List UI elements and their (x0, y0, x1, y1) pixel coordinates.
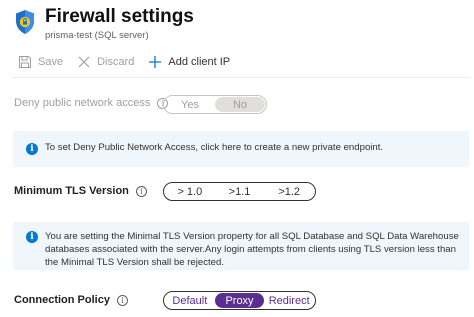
plus-icon (149, 56, 162, 68)
private-endpoint-banner-text: To set Deny Public Network Access, click… (45, 142, 384, 153)
min-tls-text: Minimum TLS Version (14, 185, 129, 197)
deny-public-yes-option[interactable]: Yes (165, 97, 215, 112)
deny-public-access-label: Deny public network access i (14, 97, 169, 109)
tls-option-1-0[interactable]: > 1.0 (165, 184, 215, 199)
close-icon (78, 56, 90, 68)
page-title: Firewall settings (45, 6, 194, 27)
save-label: Save (38, 56, 64, 68)
firewall-shield-icon (16, 10, 34, 34)
tls-info-banner: i You are setting the Minimal TLS Versio… (13, 222, 469, 270)
policy-redirect-option[interactable]: Redirect (264, 293, 314, 308)
page-subtitle: prisma-test (SQL server) (45, 30, 149, 41)
info-icon[interactable]: i (135, 185, 147, 197)
add-client-ip-button[interactable]: Add client IP (148, 55, 230, 69)
save-icon (19, 56, 31, 68)
page-header: Firewall settings prisma-test (SQL serve… (14, 6, 464, 46)
connection-policy-text: Connection Policy (14, 294, 110, 306)
deny-public-access-toggle[interactable]: Yes No (163, 95, 267, 114)
toolbar-divider (12, 77, 470, 78)
policy-default-option[interactable]: Default (165, 293, 215, 308)
deny-public-access-text: Deny public network access (14, 97, 151, 109)
tls-banner-text: You are setting the Minimal TLS Version … (45, 231, 459, 268)
tls-option-1-2[interactable]: >1.2 (264, 184, 314, 199)
tls-option-1-1[interactable]: >1.1 (215, 184, 265, 199)
add-client-ip-label: Add client IP (168, 56, 231, 68)
policy-proxy-option[interactable]: Proxy (214, 293, 265, 308)
info-icon[interactable]: i (116, 294, 128, 306)
command-toolbar: Save Discard Add client IP (18, 53, 244, 71)
info-icon: i (26, 231, 38, 243)
save-button[interactable]: Save (18, 55, 63, 69)
connection-policy-label: Connection Policy i (14, 294, 128, 306)
min-tls-toggle[interactable]: > 1.0 >1.1 >1.2 (163, 182, 316, 201)
info-icon: i (26, 143, 38, 155)
deny-public-no-option[interactable]: No (215, 97, 265, 112)
discard-button[interactable]: Discard (77, 55, 134, 69)
discard-label: Discard (97, 56, 135, 68)
connection-policy-toggle[interactable]: Default Proxy Redirect (163, 291, 316, 310)
private-endpoint-info-banner[interactable]: i To set Deny Public Network Access, cli… (13, 131, 469, 167)
min-tls-label: Minimum TLS Version i (14, 185, 147, 197)
